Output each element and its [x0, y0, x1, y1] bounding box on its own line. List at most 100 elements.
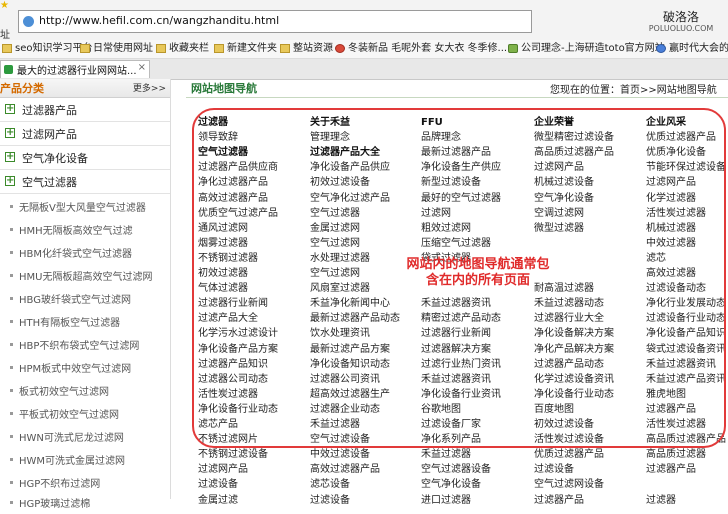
bookmark-item[interactable]: 公司理念-上海研造toto官方网站 — [508, 42, 665, 56]
sitemap-link[interactable]: 优质过滤器产品 — [646, 131, 716, 144]
subcategory-link[interactable]: HBG玻纤袋式空气过滤网 — [0, 287, 170, 310]
subcategory-link[interactable]: HWM可洗式金属过滤网 — [0, 448, 170, 471]
sitemap-link[interactable]: 谷歌地图 — [421, 403, 461, 416]
bookmark-item[interactable]: 收藏夹栏 — [156, 42, 209, 56]
sitemap-link[interactable]: 空气净化设备 — [421, 478, 481, 491]
sitemap-link[interactable]: 禾益过滤器动态 — [534, 297, 604, 310]
bookmark-item[interactable]: 新建文件夹 — [214, 42, 277, 56]
sitemap-link[interactable]: 节能环保过滤设备 — [646, 161, 726, 174]
sitemap-link[interactable]: 微型过滤器 — [534, 222, 584, 235]
category-item[interactable]: + 空气净化设备 — [0, 147, 170, 170]
sitemap-link[interactable]: 活性炭过滤器 — [198, 388, 258, 401]
sitemap-link[interactable]: 最新过滤器产品 — [421, 146, 491, 159]
sitemap-link[interactable]: 净化设备知识动态 — [310, 358, 390, 371]
sitemap-link[interactable]: 水处理过滤器 — [310, 252, 370, 265]
close-icon[interactable]: × — [138, 62, 146, 73]
sitemap-link[interactable]: 净化设备行业动态 — [534, 388, 614, 401]
sitemap-link[interactable]: 机械过滤设备 — [534, 176, 594, 189]
category-item[interactable]: + 过滤器产品 — [0, 99, 170, 122]
sitemap-link[interactable]: 空气过滤器 — [310, 207, 360, 220]
sitemap-link[interactable]: 净化行业发展动态 — [646, 297, 726, 310]
category-item[interactable]: + 空气过滤器 — [0, 171, 170, 194]
sitemap-link[interactable]: 高效过滤器产品 — [310, 463, 380, 476]
sitemap-column-heading[interactable]: 企业荣誉 — [534, 116, 574, 129]
sitemap-link[interactable]: 管理理念 — [310, 131, 350, 144]
sitemap-link[interactable]: 过滤器企业动态 — [310, 403, 380, 416]
more-link[interactable]: 更多>> — [133, 81, 166, 94]
sitemap-link[interactable]: 过滤器产品 — [646, 403, 696, 416]
sitemap-link[interactable]: 净化设备产品方案 — [198, 343, 278, 356]
sitemap-link[interactable]: 精密过滤产品动态 — [421, 312, 501, 325]
sitemap-link[interactable]: 最新过滤器产品动态 — [310, 312, 400, 325]
category-item[interactable]: + 过滤网产品 — [0, 123, 170, 146]
sitemap-link[interactable]: 过滤器公司动态 — [198, 373, 268, 386]
sitemap-link[interactable]: 过滤器公司资讯 — [310, 373, 380, 386]
bookmark-item[interactable]: 赢时代大会的 — [656, 42, 728, 56]
sitemap-link[interactable]: 过滤器行业新闻 — [198, 297, 268, 310]
subcategory-link[interactable]: HTH有隔板空气过滤器 — [0, 310, 170, 333]
sitemap-link[interactable]: 风扇室过滤器 — [310, 282, 370, 295]
sitemap-link[interactable]: 过滤设备厂家 — [421, 418, 481, 431]
sitemap-link[interactable]: 化学过滤器 — [646, 192, 696, 205]
url-field[interactable]: http://www.hefil.com.cn/wangzhanditu.htm… — [18, 10, 532, 33]
sitemap-link[interactable]: 机械过滤器 — [646, 222, 696, 235]
sitemap-link[interactable]: 超高效过滤器生产 — [310, 388, 390, 401]
sitemap-link[interactable]: 烟雾过滤器 — [198, 237, 248, 250]
sitemap-link[interactable]: 过滤网产品 — [198, 463, 248, 476]
sitemap-link[interactable]: 净化设备生产供应 — [421, 161, 501, 174]
sitemap-column-heading[interactable]: 企业风采 — [646, 116, 686, 129]
sitemap-link[interactable]: 高品质过滤器产品 — [534, 146, 614, 159]
subcategory-link[interactable]: HPM板式中效空气过滤网 — [0, 356, 170, 379]
sitemap-link[interactable]: 初效过滤器 — [198, 267, 248, 280]
subcategory-link[interactable]: HWN可洗式尼龙过滤网 — [0, 425, 170, 448]
sitemap-link[interactable]: 空气过滤网 — [310, 267, 360, 280]
sitemap-link[interactable]: 滤芯设备 — [310, 478, 350, 491]
sitemap-link[interactable]: 空气过滤网设备 — [534, 478, 604, 491]
sitemap-link[interactable]: 空气过滤网 — [310, 237, 360, 250]
subcategory-link[interactable]: 板式初效空气过滤网 — [0, 379, 170, 402]
sitemap-link[interactable]: 品牌理念 — [421, 131, 461, 144]
sitemap-link[interactable]: 优质空气过滤产品 — [198, 207, 278, 220]
sitemap-link[interactable]: 过滤器 — [646, 494, 676, 507]
sitemap-link[interactable]: 空调过滤网 — [534, 207, 584, 220]
sitemap-link[interactable]: 禾益净化新闻中心 — [310, 297, 390, 310]
sitemap-link[interactable]: 中效过滤器 — [646, 237, 696, 250]
sitemap-link[interactable]: 优质过滤器产品 — [534, 448, 604, 461]
sitemap-link[interactable]: 净化设备产品供应 — [310, 161, 390, 174]
bookmark-item[interactable]: 冬装新品 毛呢外套 女大衣 冬季修... — [335, 42, 507, 56]
sitemap-link[interactable]: 过滤设备 — [534, 463, 574, 476]
sitemap-link[interactable]: 不锈钢过滤器 — [198, 252, 258, 265]
sitemap-link[interactable]: 袋式过滤设备资讯 — [646, 343, 726, 356]
sitemap-link[interactable]: 金属过滤 — [198, 494, 238, 507]
sitemap-link[interactable]: 过滤网产品 — [534, 161, 584, 174]
sitemap-link[interactable]: 过滤器产品大全 — [310, 146, 380, 159]
sitemap-link[interactable]: 过滤网产品 — [646, 176, 696, 189]
sitemap-link[interactable]: 过滤设备动态 — [646, 282, 706, 295]
sitemap-link[interactable]: 禾益过滤产品资讯 — [646, 373, 726, 386]
expand-plus-icon[interactable]: + — [5, 176, 15, 186]
sitemap-link[interactable]: 初效过滤设备 — [310, 176, 370, 189]
sitemap-link[interactable]: 压缩空气过滤器 — [421, 237, 491, 250]
sitemap-link[interactable]: 净化设备行业动态 — [198, 403, 278, 416]
bookmark-item[interactable]: 整站资源 — [280, 42, 333, 56]
sitemap-link[interactable]: 空气净化过滤产品 — [310, 192, 390, 205]
expand-plus-icon[interactable]: + — [5, 152, 15, 162]
sitemap-link[interactable]: 过滤设备 — [198, 478, 238, 491]
sitemap-link[interactable]: 禾益过滤器资讯 — [421, 297, 491, 310]
sitemap-link[interactable]: 净化产品解决方案 — [534, 343, 614, 356]
sitemap-link[interactable]: 净化设备行业资讯 — [421, 388, 501, 401]
sitemap-link[interactable]: 雅虎地图 — [646, 388, 686, 401]
sitemap-link[interactable]: 金属过滤网 — [310, 222, 360, 235]
sitemap-link[interactable]: 百度地图 — [534, 403, 574, 416]
sitemap-link[interactable]: 不锈过滤网片 — [198, 433, 258, 446]
sitemap-link[interactable]: 过滤器产品 — [646, 463, 696, 476]
url-text[interactable]: http://www.hefil.com.cn/wangzhanditu.htm… — [39, 14, 279, 27]
sitemap-link[interactable]: 中效过滤设备 — [310, 448, 370, 461]
sitemap-link[interactable]: 空气净化设备 — [534, 192, 594, 205]
sitemap-link[interactable]: 滤芯产品 — [198, 418, 238, 431]
sitemap-link[interactable]: 滤芯 — [646, 252, 666, 265]
sitemap-link[interactable]: 过滤器行业新闻 — [421, 327, 491, 340]
bookmark-item[interactable]: 日常使用网址 — [80, 42, 153, 56]
sitemap-link[interactable]: 高品质过滤器 — [646, 448, 706, 461]
sitemap-link[interactable]: 不锈钢过滤设备 — [198, 448, 268, 461]
